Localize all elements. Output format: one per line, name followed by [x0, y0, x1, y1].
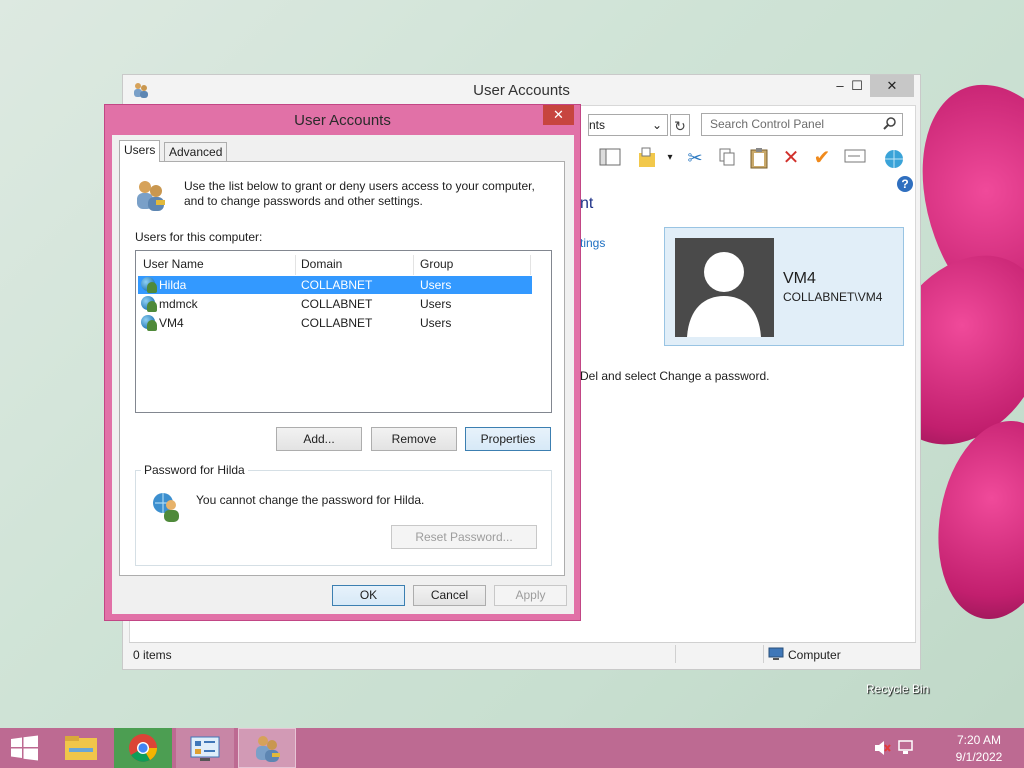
dialog-close-button[interactable]: ✕	[543, 105, 574, 125]
column-separator[interactable]	[413, 255, 414, 275]
address-dropdown-icon[interactable]: ⌄	[650, 115, 664, 135]
row-domain: COLLABNET	[301, 297, 373, 311]
user-avatar	[675, 238, 774, 337]
row-group: Users	[420, 278, 452, 292]
properties-globe-icon[interactable]	[882, 147, 906, 169]
rename-icon[interactable]	[843, 147, 867, 169]
row-user-name: Hilda	[159, 278, 187, 292]
status-item-count: 0 items	[133, 648, 172, 662]
search-input[interactable]: Search Control Panel	[701, 113, 903, 136]
close-button[interactable]: ✕	[870, 75, 914, 97]
row-group: Users	[420, 316, 452, 330]
delete-icon[interactable]: ✕	[779, 147, 803, 169]
user-accounts-dialog: User Accounts ✕ Users Advanced Use the l…	[104, 104, 581, 621]
password-group-label: Password for Hilda	[141, 463, 248, 477]
recycle-bin-label: Recycle Bin	[866, 682, 930, 696]
status-zone-label: Computer	[788, 648, 841, 662]
paste-icon[interactable]	[747, 147, 771, 169]
computer-icon	[768, 647, 784, 661]
row-user-name: mdmck	[159, 297, 198, 311]
file-explorer-icon[interactable]	[52, 728, 110, 768]
user-icon	[141, 315, 157, 331]
table-row[interactable]: Hilda COLLABNET Users	[138, 276, 532, 294]
window-titlebar[interactable]: User Accounts – ☐ ✕	[123, 75, 920, 105]
copy-icon[interactable]	[715, 147, 739, 169]
intro-text-line1: Use the list below to grant or deny user…	[184, 179, 535, 193]
intro-text-line2: and to change passwords and other settin…	[184, 194, 423, 208]
taskbar: 7:20 AM 9/1/2022	[0, 728, 1024, 768]
row-domain: COLLABNET	[301, 278, 373, 292]
row-domain: COLLABNET	[301, 316, 373, 330]
tab-users[interactable]: Users	[119, 140, 161, 162]
add-user-button[interactable]: Add...	[276, 427, 362, 451]
clock-date: 9/1/2022	[955, 750, 1003, 764]
column-header-domain[interactable]: Domain	[301, 255, 342, 275]
page-heading-fragment: nt	[580, 195, 594, 212]
chrome-icon[interactable]	[114, 728, 172, 768]
user-icon	[141, 277, 157, 293]
status-bar: 0 items Computer	[129, 642, 916, 666]
layout-pane-icon[interactable]	[598, 147, 622, 169]
users-tab-page: Use the list below to grant or deny user…	[119, 161, 565, 576]
window-title: User Accounts	[473, 82, 570, 99]
search-icon[interactable]	[882, 116, 898, 132]
column-separator[interactable]	[295, 255, 296, 275]
row-group: Users	[420, 297, 452, 311]
apply-button[interactable]: Apply	[494, 585, 567, 606]
checkmark-icon[interactable]: ✔	[810, 147, 834, 169]
status-divider	[763, 645, 764, 663]
cut-icon[interactable]: ✂	[683, 147, 707, 169]
ok-button[interactable]: OK	[332, 585, 405, 606]
reset-password-button[interactable]: Reset Password...	[391, 525, 537, 549]
user-accounts-taskbar-icon[interactable]	[238, 728, 296, 768]
user-password-icon	[150, 489, 184, 523]
cancel-button[interactable]: Cancel	[413, 585, 486, 606]
column-header-group[interactable]: Group	[420, 255, 453, 275]
recycle-bin-shortcut[interactable]: Recycle Bin	[858, 668, 936, 700]
password-groupbox	[135, 470, 552, 566]
row-user-name: VM4	[159, 316, 184, 330]
refresh-icon[interactable]: ↻	[670, 114, 690, 136]
tab-advanced[interactable]: Advanced	[164, 142, 228, 162]
users-list-label: Users for this computer:	[135, 230, 263, 244]
help-icon[interactable]: ?	[897, 176, 913, 192]
table-row[interactable]: mdmck COLLABNET Users	[138, 295, 532, 313]
column-header-user-name[interactable]: User Name	[143, 255, 204, 275]
clock-time: 7:20 AM	[956, 733, 1002, 747]
settings-link-fragment[interactable]: tings	[580, 236, 605, 250]
clock[interactable]: 7:20 AM 9/1/2022	[946, 728, 1012, 768]
control-panel-icon[interactable]	[176, 728, 234, 768]
instruction-text-fragment: Del and select Change a password.	[580, 369, 770, 383]
user-card-account: COLLABNET\VM4	[783, 290, 883, 304]
start-button[interactable]	[0, 728, 50, 768]
users-group-icon	[134, 178, 168, 212]
properties-button[interactable]: Properties	[465, 427, 551, 451]
password-message: You cannot change the password for Hilda…	[196, 493, 425, 507]
network-icon[interactable]	[896, 728, 916, 768]
dialog-body: Users Advanced Use the list below to gra…	[112, 135, 574, 614]
chevron-down-icon[interactable]: ▾	[658, 147, 682, 169]
table-row[interactable]: VM4 COLLABNET Users	[138, 314, 532, 332]
column-separator[interactable]	[530, 255, 531, 275]
folder-options-icon[interactable]	[635, 147, 659, 169]
user-icon	[141, 296, 157, 312]
remove-user-button[interactable]: Remove	[371, 427, 457, 451]
user-card: VM4 COLLABNET\VM4	[664, 227, 904, 346]
volume-muted-icon[interactable]	[872, 728, 892, 768]
maximize-button[interactable]: ☐	[842, 75, 872, 97]
dialog-title: User Accounts	[294, 112, 391, 129]
users-list[interactable]: User Name Domain Group Hilda COLLABNET U…	[135, 250, 552, 413]
user-card-name: VM4	[783, 270, 816, 287]
status-divider	[675, 645, 676, 663]
